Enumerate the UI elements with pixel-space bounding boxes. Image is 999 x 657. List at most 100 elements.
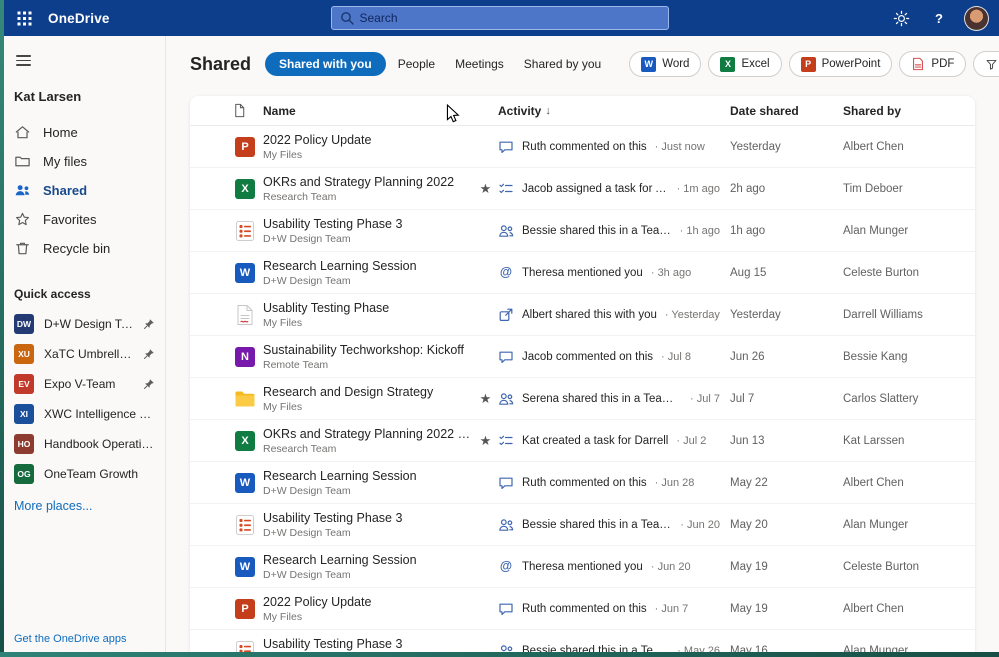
excel-file-icon <box>235 430 255 451</box>
column-header-date-shared[interactable]: Date shared <box>730 104 799 118</box>
get-apps-link[interactable]: Get the OneDrive apps <box>14 633 127 645</box>
tab-shared-with-you[interactable]: Shared with you <box>265 52 386 76</box>
column-header-name[interactable]: Name <box>263 104 296 118</box>
pin-icon[interactable] <box>143 348 155 360</box>
activity-text: Theresa mentioned you <box>522 560 643 573</box>
date-shared: May 20 <box>730 518 768 531</box>
activity-text: Bessie shared this in a Teams chat <box>522 224 672 237</box>
user-avatar[interactable] <box>964 5 989 31</box>
quick-access-item[interactable]: HO Handbook Operatives <box>14 429 165 459</box>
search-bar[interactable] <box>330 6 669 30</box>
more-places-link[interactable]: More places... <box>14 499 165 513</box>
file-name[interactable]: Usability Testing Phase 3 <box>263 511 473 525</box>
form-file-icon <box>233 513 257 537</box>
table-row[interactable]: Usablity Testing Phase My Files Albert s… <box>190 294 975 336</box>
file-location: D+W Design Team <box>263 526 351 539</box>
quick-access-item[interactable]: DW D+W Design Team <box>14 309 165 339</box>
activity-icon <box>498 601 514 617</box>
powerpoint-file-icon <box>235 136 255 157</box>
activity-time: 1m ago <box>677 183 720 195</box>
sidebar-item-shared[interactable]: Shared <box>14 176 165 205</box>
pdf-filter-button[interactable]: PDF <box>899 51 967 77</box>
activity-time: Just now <box>655 141 704 153</box>
table-row[interactable]: Usability Testing Phase 3 D+W Design Tea… <box>190 210 975 252</box>
file-type-icon <box>232 176 258 202</box>
activity-icon <box>498 559 514 575</box>
frame-edge-bottom <box>0 652 999 657</box>
table-row[interactable]: 2022 Policy Update My Files <box>190 588 975 630</box>
shared-by: Celeste Burton <box>843 560 920 573</box>
menu-toggle-button[interactable] <box>16 52 31 69</box>
activity-time: Jul 8 <box>661 351 691 363</box>
date-shared: May 19 <box>730 602 768 615</box>
file-name[interactable]: 2022 Policy Update <box>263 595 473 609</box>
column-header-activity[interactable]: Activity ↓ <box>498 104 551 118</box>
search-input[interactable] <box>359 11 660 25</box>
file-name[interactable]: Research Learning Session <box>263 469 473 483</box>
activity-time: Yesterday <box>665 309 720 321</box>
table-row[interactable]: Usability Testing Phase 3 D+W Design Tea… <box>190 504 975 546</box>
app-launcher-button[interactable] <box>10 4 38 32</box>
favorite-star-icon[interactable] <box>480 392 492 405</box>
word-filter-button[interactable]: Word <box>629 51 702 77</box>
people-icon <box>499 392 514 405</box>
tab-people[interactable]: People <box>390 52 443 76</box>
shared-by: Albert Chen <box>843 140 904 153</box>
filter-button[interactable]: Filter <box>973 51 999 77</box>
file-rows: 2022 Policy Update My Files <box>190 126 975 657</box>
quick-access-item[interactable]: EV Expo V-Team <box>14 369 165 399</box>
file-name[interactable]: Research Learning Session <box>263 259 473 273</box>
table-row[interactable]: OKRs and Strategy Planning 2022 Research… <box>190 168 975 210</box>
sidebar-item-my-files[interactable]: My files <box>14 147 165 176</box>
file-type-icon <box>232 428 258 454</box>
file-name[interactable]: 2022 Policy Update <box>263 133 473 147</box>
activity-icon <box>498 139 514 155</box>
excel-filter-button[interactable]: Excel <box>708 51 782 77</box>
form-file-icon <box>233 219 257 243</box>
file-name[interactable]: Usability Testing Phase 3 <box>263 217 473 231</box>
file-name[interactable]: OKRs and Strategy Planning 2022 (draft) <box>263 427 473 441</box>
help-button[interactable]: ? <box>926 5 952 31</box>
file-name[interactable]: Sustainability Techworkshop: Kickoff <box>263 343 473 357</box>
pin-icon[interactable] <box>143 318 155 330</box>
sidebar-item-favorites[interactable]: Favorites <box>14 205 165 234</box>
file-name[interactable]: OKRs and Strategy Planning 2022 <box>263 175 473 189</box>
file-name[interactable]: Usablity Testing Phase <box>263 301 473 315</box>
file-name[interactable]: Usability Testing Phase 3 <box>263 637 473 651</box>
file-location: My Files <box>263 316 303 329</box>
file-name[interactable]: Research and Design Strategy <box>263 385 473 399</box>
favorite-star-icon[interactable] <box>480 434 492 447</box>
activity-time: Jun 20 <box>680 519 720 531</box>
table-row[interactable]: Sustainability Techworkshop: Kickoff Rem… <box>190 336 975 378</box>
table-row[interactable]: Research Learning Session D+W Design Tea… <box>190 252 975 294</box>
tab-shared-by-you[interactable]: Shared by you <box>516 52 609 76</box>
shared-by: Carlos Slattery <box>843 392 919 405</box>
activity-time: 3h ago <box>651 267 692 279</box>
sidebar-item-recycle-bin[interactable]: Recycle bin <box>14 234 165 263</box>
quick-access-item[interactable]: OG OneTeam Growth <box>14 459 165 489</box>
table-row[interactable]: Research Learning Session D+W Design Tea… <box>190 462 975 504</box>
share-icon <box>499 308 513 321</box>
file-name[interactable]: Research Learning Session <box>263 553 473 567</box>
file-location: D+W Design Team <box>263 484 351 497</box>
favorite-star-icon[interactable] <box>480 182 492 195</box>
table-row[interactable]: Research Learning Session D+W Design Tea… <box>190 546 975 588</box>
table-row[interactable]: OKRs and Strategy Planning 2022 (draft) … <box>190 420 975 462</box>
activity-text: Kat created a task for Darrell <box>522 434 669 447</box>
table-header: Name Activity ↓ Date shared Shared by <box>190 96 975 126</box>
quick-access-item[interactable]: XU XaTC Umbrella Crew <box>14 339 165 369</box>
pin-icon[interactable] <box>143 378 155 390</box>
date-shared: Jul 7 <box>730 392 755 405</box>
powerpoint-filter-button[interactable]: PowerPoint <box>788 51 893 77</box>
table-row[interactable]: 2022 Policy Update My Files <box>190 126 975 168</box>
quick-access-item[interactable]: XI XWC Intelligence Team <box>14 399 165 429</box>
column-header-shared-by[interactable]: Shared by <box>843 104 901 118</box>
file-type-icon <box>232 470 258 496</box>
tab-meetings[interactable]: Meetings <box>447 52 512 76</box>
activity-text: Albert shared this with you <box>522 308 657 321</box>
settings-button[interactable] <box>888 5 914 31</box>
word-file-icon <box>235 262 255 283</box>
star-icon <box>15 212 30 226</box>
sidebar-item-home[interactable]: Home <box>14 118 165 147</box>
table-row[interactable]: Research and Design Strategy My Files ★ … <box>190 378 975 420</box>
